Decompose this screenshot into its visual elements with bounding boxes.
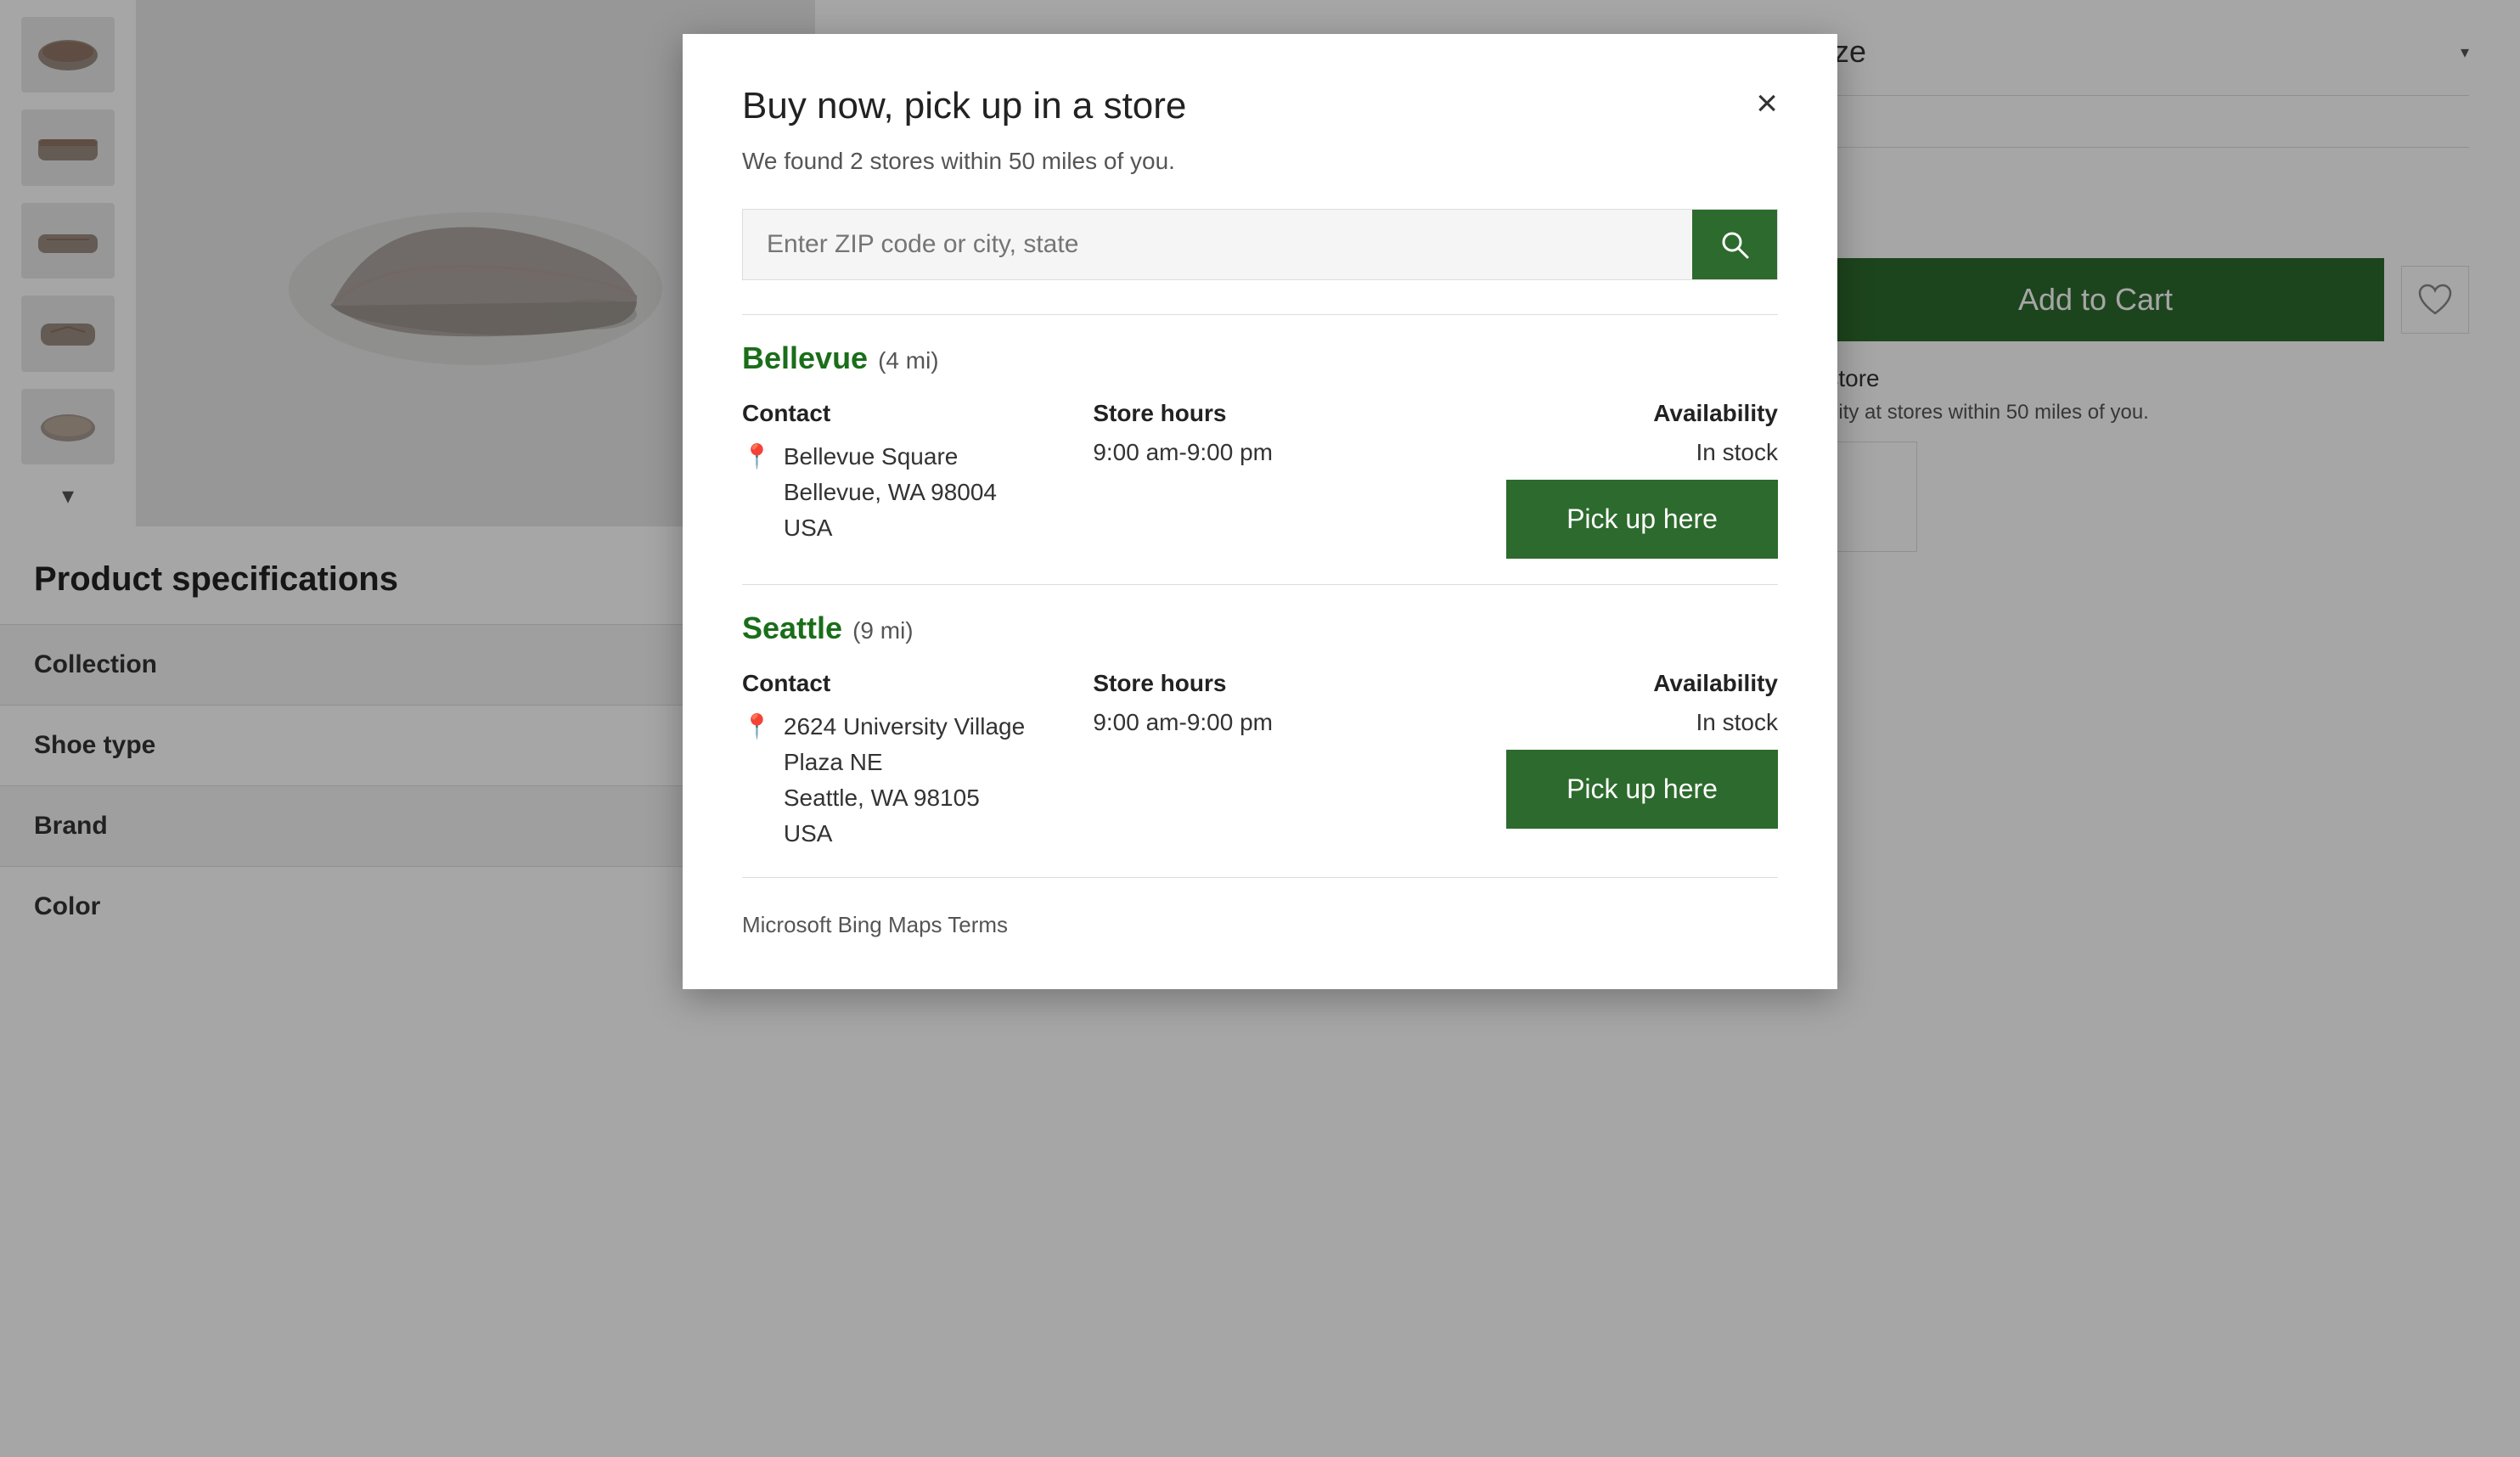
maps-terms-link[interactable]: Microsoft Bing Maps Terms bbox=[742, 912, 1778, 938]
seattle-hours-text: 9:00 am-9:00 pm bbox=[1093, 709, 1426, 736]
bellevue-availability-header: Availability bbox=[1653, 400, 1778, 427]
seattle-in-stock: In stock bbox=[1696, 709, 1778, 736]
bellevue-address-row: 📍 Bellevue Square Bellevue, WA 98004 USA bbox=[742, 439, 1076, 546]
store-bellevue-name-row: Bellevue (4 mi) bbox=[742, 340, 1778, 376]
seattle-availability-col: Availability In stock Pick up here bbox=[1444, 670, 1778, 829]
modal-subtitle: We found 2 stores within 50 miles of you… bbox=[742, 148, 1778, 175]
bellevue-map-pin-icon: 📍 bbox=[742, 442, 772, 470]
bellevue-in-stock: In stock bbox=[1696, 439, 1778, 466]
bellevue-hours-header: Store hours bbox=[1093, 400, 1426, 427]
store-seattle-name-row: Seattle (9 mi) bbox=[742, 610, 1778, 646]
modal-title: Buy now, pick up in a store bbox=[742, 85, 1186, 127]
store-bellevue-name: Bellevue bbox=[742, 340, 868, 376]
seattle-contact-col: Contact 📍 2624 University Village Plaza … bbox=[742, 670, 1076, 852]
store-bellevue-distance: (4 mi) bbox=[878, 347, 939, 374]
store-bellevue: Bellevue (4 mi) Contact 📍 Bellevue Squar… bbox=[742, 340, 1778, 559]
store-divider-bottom bbox=[742, 877, 1778, 878]
seattle-hours-header: Store hours bbox=[1093, 670, 1426, 697]
seattle-pickup-button[interactable]: Pick up here bbox=[1506, 750, 1778, 829]
zip-search-bar bbox=[742, 209, 1778, 280]
seattle-map-pin-icon: 📍 bbox=[742, 712, 772, 740]
seattle-address-text: 2624 University Village Plaza NE Seattle… bbox=[784, 709, 1025, 852]
store-divider-top bbox=[742, 314, 1778, 315]
bellevue-hours-col: Store hours 9:00 am-9:00 pm bbox=[1093, 400, 1426, 466]
store-seattle-grid: Contact 📍 2624 University Village Plaza … bbox=[742, 670, 1778, 852]
store-pickup-modal: Buy now, pick up in a store × We found 2… bbox=[683, 34, 1837, 989]
zip-search-button[interactable] bbox=[1692, 210, 1777, 279]
store-seattle-name: Seattle bbox=[742, 610, 842, 646]
seattle-hours-col: Store hours 9:00 am-9:00 pm bbox=[1093, 670, 1426, 736]
modal-header: Buy now, pick up in a store × bbox=[742, 85, 1778, 127]
store-seattle-distance: (9 mi) bbox=[852, 617, 914, 644]
seattle-availability-header: Availability bbox=[1653, 670, 1778, 697]
store-divider-middle bbox=[742, 584, 1778, 585]
store-bellevue-grid: Contact 📍 Bellevue Square Bellevue, WA 9… bbox=[742, 400, 1778, 559]
zip-search-input[interactable] bbox=[743, 210, 1692, 279]
bellevue-hours-text: 9:00 am-9:00 pm bbox=[1093, 439, 1426, 466]
seattle-address-row: 📍 2624 University Village Plaza NE Seatt… bbox=[742, 709, 1076, 852]
modal-close-button[interactable]: × bbox=[1756, 85, 1778, 122]
bellevue-contact-col: Contact 📍 Bellevue Square Bellevue, WA 9… bbox=[742, 400, 1076, 546]
seattle-contact-header: Contact bbox=[742, 670, 1076, 697]
store-seattle: Seattle (9 mi) Contact 📍 2624 University… bbox=[742, 610, 1778, 852]
bellevue-contact-header: Contact bbox=[742, 400, 1076, 427]
bellevue-availability-col: Availability In stock Pick up here bbox=[1444, 400, 1778, 559]
bellevue-pickup-button[interactable]: Pick up here bbox=[1506, 480, 1778, 559]
bellevue-address-text: Bellevue Square Bellevue, WA 98004 USA bbox=[784, 439, 997, 546]
